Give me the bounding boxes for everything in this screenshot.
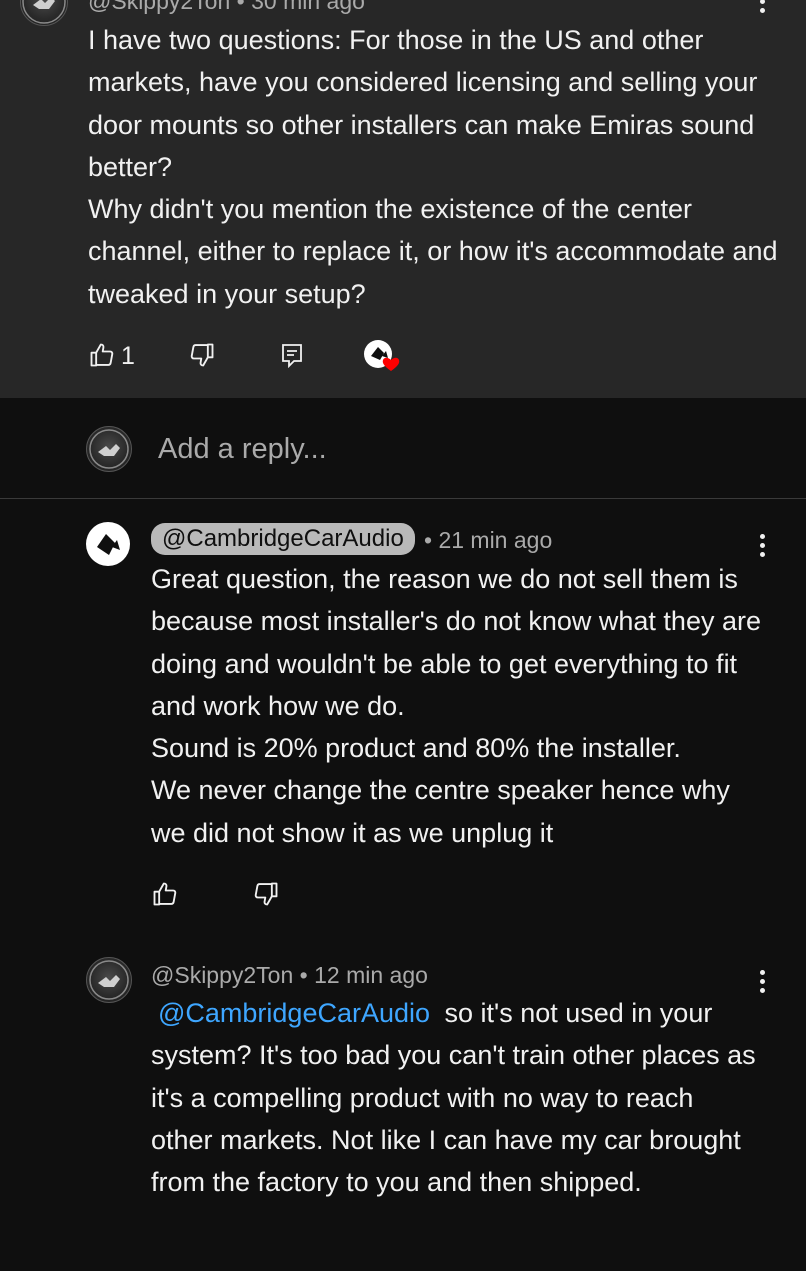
reply-text: Great question, the reason we do not sel…	[151, 564, 761, 848]
commenter-avatar[interactable]	[86, 957, 132, 1003]
commenter-avatar[interactable]	[20, 0, 68, 26]
more-options-icon[interactable]	[752, 0, 772, 16]
creator-handle-badge[interactable]: @CambridgeCarAudio	[151, 523, 415, 555]
reply-meta: @Skippy2Ton • 12 min ago	[151, 962, 428, 989]
divider	[0, 498, 806, 499]
add-reply-input[interactable]: Add a reply...	[158, 433, 758, 466]
current-user-avatar	[86, 426, 132, 472]
more-options-icon[interactable]	[752, 530, 772, 560]
reply-text: @CambridgeCarAudio so it's not used in y…	[151, 992, 761, 1203]
reply-icon[interactable]	[280, 342, 304, 368]
comment-meta: @Skippy2Ton • 30 min ago	[88, 0, 365, 15]
reply-time: • 21 min ago	[424, 527, 553, 553]
thumb-up-icon[interactable]	[88, 341, 116, 369]
creator-avatar[interactable]	[86, 522, 130, 566]
comments-thread: @Skippy2Ton • 30 min ago I have two ques…	[0, 0, 806, 1271]
comment-text: I have two questions: For those in the U…	[88, 25, 778, 309]
creator-heart-icon	[362, 338, 402, 374]
thumb-up-icon[interactable]	[151, 880, 179, 908]
reply-author[interactable]: @Skippy2Ton	[151, 962, 293, 988]
like-count: 1	[121, 342, 135, 370]
parent-comment: @Skippy2Ton • 30 min ago I have two ques…	[0, 0, 806, 398]
comment-time: 30 min ago	[251, 0, 365, 14]
reply-time: • 12 min ago	[299, 962, 428, 988]
thumb-down-icon[interactable]	[252, 880, 280, 908]
comment-author[interactable]: @Skippy2Ton	[88, 0, 230, 14]
mention-link[interactable]: @CambridgeCarAudio	[158, 998, 430, 1028]
thumb-down-icon[interactable]	[188, 341, 216, 369]
